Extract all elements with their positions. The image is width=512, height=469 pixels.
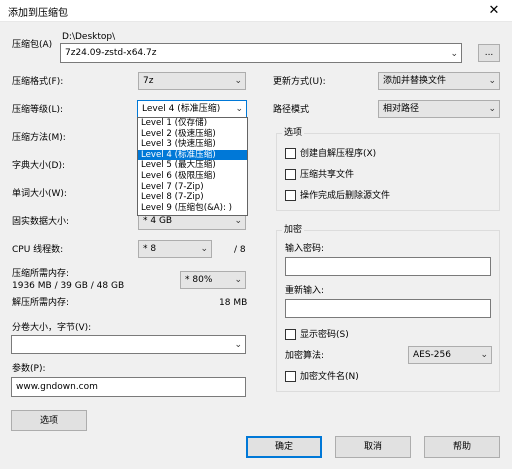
format-value: 7z <box>143 76 154 86</box>
dict-label: 字典大小(D): <box>12 161 65 171</box>
memory-label: 压缩所需内存: <box>12 269 70 279</box>
cpu-label: CPU 线程数: <box>12 245 64 255</box>
level-option[interactable]: Level 8 (7-Zip) <box>138 192 247 203</box>
show-password-label: 显示密码(S) <box>300 330 349 340</box>
level-option[interactable]: Level 9 (压缩包(&A): ) <box>138 203 247 214</box>
sfx-label: 创建自解压程序(X) <box>300 149 377 159</box>
pathmode-select[interactable]: 相对路径 ⌄ <box>378 100 500 118</box>
show-password-checkbox[interactable] <box>285 329 296 340</box>
chevron-down-icon: ⌄ <box>488 104 496 114</box>
chevron-down-icon: ⌄ <box>234 340 242 350</box>
level-select[interactable]: Level 4 (标准压缩) ⌄ <box>137 100 247 118</box>
level-dropdown-list[interactable]: Level 1 (仅存储) Level 2 (极速压缩) Level 3 (快速… <box>137 117 248 216</box>
title-bar: 添加到压缩包 ✕ <box>0 0 512 22</box>
word-label: 单词大小(W): <box>12 189 67 199</box>
format-select[interactable]: 7z ⌄ <box>138 72 246 90</box>
level-option[interactable]: Level 5 (最大压缩) <box>138 160 247 171</box>
sfx-checkbox[interactable] <box>285 148 296 159</box>
solid-label: 固实数据大小: <box>12 217 70 227</box>
format-label: 压缩格式(F): <box>12 77 64 87</box>
browse-button[interactable]: ... <box>478 44 500 62</box>
method-label: 压缩方法(M): <box>12 133 66 143</box>
archive-name-value: 7z24.09-zstd-x64.7z <box>65 48 157 58</box>
level-option[interactable]: Level 3 (快速压缩) <box>138 139 247 150</box>
level-option[interactable]: Level 2 (极速压缩) <box>138 129 247 140</box>
encryption-method-select[interactable]: AES-256 ⌄ <box>408 346 492 364</box>
options-button[interactable]: 选项 <box>11 410 87 431</box>
memory-percent-select[interactable]: * 80% ⌄ <box>180 271 246 289</box>
split-label: 分卷大小，字节(V): <box>12 323 92 333</box>
cpu-max: / 8 <box>234 245 246 255</box>
chevron-down-icon: ⌄ <box>234 275 242 285</box>
encryption-method-value: AES-256 <box>413 350 451 360</box>
chevron-down-icon: ⌄ <box>488 76 496 86</box>
chevron-down-icon: ⌄ <box>200 244 208 254</box>
close-icon[interactable]: ✕ <box>476 0 512 22</box>
reenter-label: 重新输入: <box>285 286 325 296</box>
update-select[interactable]: 添加并替换文件 ⌄ <box>378 72 500 90</box>
memory-percent-value: * 80% <box>185 275 213 285</box>
params-label: 参数(P): <box>12 364 46 374</box>
update-value: 添加并替换文件 <box>383 76 447 86</box>
shared-checkbox[interactable] <box>285 169 296 180</box>
window-title: 添加到压缩包 <box>8 8 68 19</box>
cpu-select[interactable]: * 8 ⌄ <box>138 240 212 258</box>
update-label: 更新方式(U): <box>273 77 326 87</box>
cancel-button[interactable]: 取消 <box>335 436 411 458</box>
solid-value: * 4 GB <box>143 216 173 226</box>
encryption-method-label: 加密算法: <box>285 351 325 361</box>
decomp-memory-value: 18 MB <box>219 298 248 308</box>
chevron-down-icon: ⌄ <box>480 350 488 360</box>
chevron-down-icon: ⌄ <box>234 76 242 86</box>
shared-label: 压缩共享文件 <box>300 170 355 180</box>
archive-label: 压缩包(A) <box>12 40 53 50</box>
reenter-password-input[interactable] <box>285 299 491 318</box>
archive-name-input[interactable]: 7z24.09-zstd-x64.7z ⌄ <box>60 43 462 63</box>
chevron-down-icon: ⌄ <box>235 104 243 114</box>
level-label: 压缩等级(L): <box>12 105 64 115</box>
encrypt-names-label: 加密文件名(N) <box>300 372 359 382</box>
cpu-value: * 8 <box>143 244 157 254</box>
level-value: Level 4 (标准压缩) <box>142 104 221 114</box>
level-option-selected[interactable]: Level 4 (标准压缩) <box>138 149 247 161</box>
pathmode-label: 路径模式 <box>273 105 310 115</box>
encrypt-names-checkbox[interactable] <box>285 371 296 382</box>
password-input[interactable] <box>285 257 491 276</box>
encryption-group-title: 加密 <box>282 224 305 236</box>
level-option[interactable]: Level 6 (极限压缩) <box>138 171 247 182</box>
options-group-title: 选项 <box>282 127 305 139</box>
pathmode-value: 相对路径 <box>383 104 420 114</box>
ok-button[interactable]: 确定 <box>246 436 322 458</box>
archive-path: D:\Desktop\ <box>62 32 116 42</box>
help-button[interactable]: 帮助 <box>424 436 500 458</box>
chevron-down-icon[interactable]: ⌄ <box>450 45 458 62</box>
level-option[interactable]: Level 7 (7-Zip) <box>138 182 247 193</box>
memory-detail: 1936 MB / 39 GB / 48 GB <box>12 281 125 291</box>
params-input[interactable]: www.gndown.com <box>11 377 246 397</box>
split-select[interactable]: ⌄ <box>11 335 246 354</box>
params-value: www.gndown.com <box>16 382 98 392</box>
delete-after-label: 操作完成后删除源文件 <box>300 191 391 201</box>
decomp-memory-label: 解压所需内存: <box>12 298 70 308</box>
password-label: 输入密码: <box>285 244 325 254</box>
level-option[interactable]: Level 1 (仅存储) <box>138 118 247 129</box>
delete-after-checkbox[interactable] <box>285 190 296 201</box>
